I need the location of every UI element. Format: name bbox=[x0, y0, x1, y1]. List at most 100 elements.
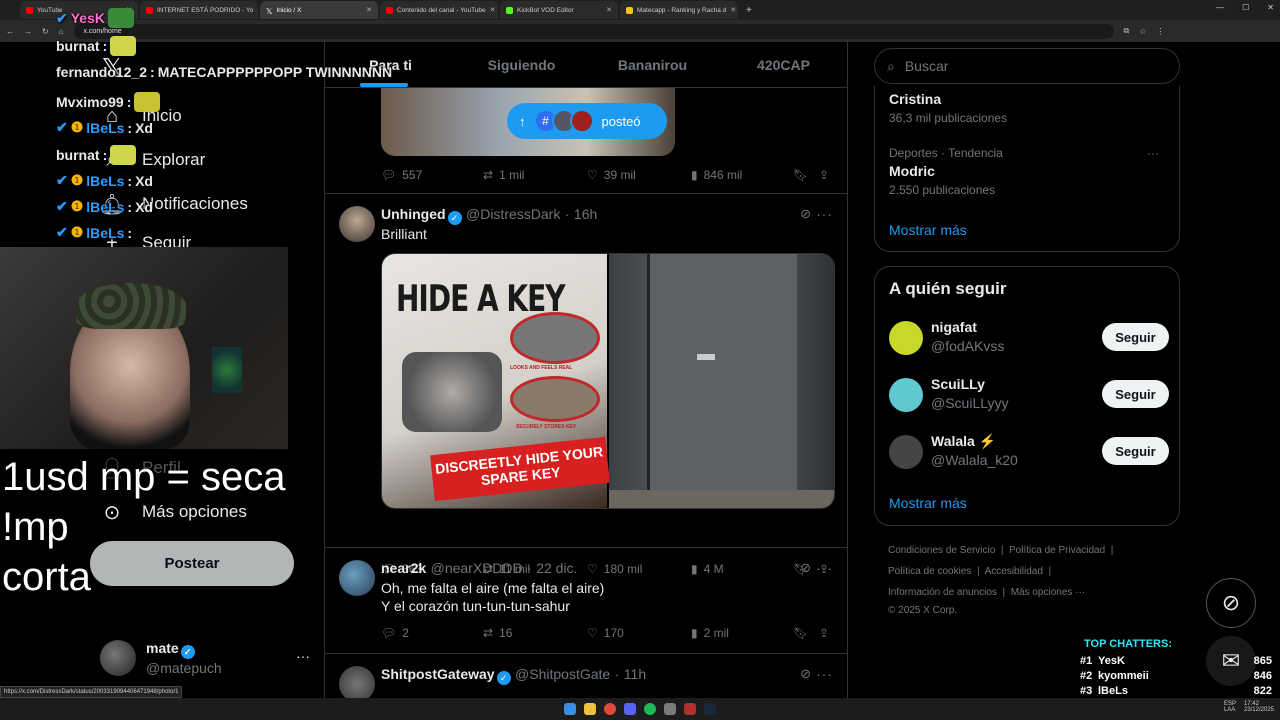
spotify-icon[interactable] bbox=[644, 703, 656, 715]
close-icon[interactable]: ✕ bbox=[606, 6, 612, 14]
follow-suggestion[interactable]: Walala ⚡ @Walala_k20 Seguir bbox=[889, 431, 1169, 475]
footer-link[interactable]: Política de Privacidad bbox=[1009, 545, 1105, 556]
avatar bbox=[569, 109, 594, 133]
more-icon[interactable]: ··· bbox=[1147, 146, 1159, 160]
image-caption: DISCREETLY HIDE YOUR SPARE KEY bbox=[430, 436, 610, 502]
retweet-icon: ⇄ bbox=[483, 626, 494, 640]
trend-count: 36,3 mil publicaciones bbox=[889, 111, 1008, 125]
avatar[interactable] bbox=[339, 560, 375, 596]
close-icon[interactable]: ✕ bbox=[730, 6, 736, 14]
windows-start-icon[interactable] bbox=[564, 703, 576, 715]
back-icon[interactable]: ← bbox=[6, 27, 14, 36]
reload-icon[interactable]: ↻ bbox=[42, 27, 49, 36]
app-icon[interactable] bbox=[684, 703, 696, 715]
close-icon[interactable]: ✕ bbox=[490, 6, 496, 14]
follow-button[interactable]: Seguir bbox=[1102, 437, 1169, 465]
bookmark-button[interactable]: 🔖︎ bbox=[793, 626, 808, 640]
search-input[interactable]: ⌕ Buscar bbox=[874, 48, 1180, 84]
retweet-button[interactable]: ⇄ 16 bbox=[483, 626, 512, 640]
tweet-time[interactable]: 11h bbox=[624, 666, 646, 682]
reply-button[interactable]: 💬︎ 557 bbox=[381, 168, 422, 182]
tweet-handle[interactable]: @nearXDDDD bbox=[431, 560, 523, 576]
grok-icon[interactable]: ⊘ bbox=[800, 560, 811, 576]
tweet[interactable]: ShitpostGateway ✓ @ShitpostGate · 11h ⊘ ·… bbox=[325, 654, 847, 702]
tab-420cap[interactable]: 420CAP bbox=[718, 42, 847, 87]
star-icon[interactable]: ☆ bbox=[1139, 27, 1146, 36]
more-icon[interactable]: ··· bbox=[816, 206, 833, 222]
footer-link[interactable]: Información de anuncios bbox=[888, 587, 997, 598]
minimize-button[interactable]: — bbox=[1216, 3, 1224, 12]
close-window-button[interactable]: ✕ bbox=[1267, 3, 1274, 12]
maximize-button[interactable]: ☐ bbox=[1242, 3, 1249, 12]
more-icon[interactable]: ··· bbox=[816, 560, 833, 576]
tweet-text: Brilliant bbox=[381, 226, 427, 242]
folder-icon[interactable] bbox=[584, 703, 596, 715]
avatar[interactable] bbox=[339, 666, 375, 702]
tweet-time[interactable]: 22 dic. bbox=[536, 560, 577, 576]
bookmark-button[interactable]: 🔖︎ bbox=[793, 168, 808, 182]
forward-icon[interactable]: → bbox=[24, 27, 32, 36]
tab-bananirou[interactable]: Bananirou bbox=[587, 42, 718, 87]
tweet-time[interactable]: 16h bbox=[574, 206, 597, 222]
trend-name[interactable]: Modric bbox=[889, 163, 935, 179]
chrome-icon[interactable] bbox=[604, 703, 616, 715]
tweet-author[interactable]: Unhinged bbox=[381, 206, 446, 222]
new-tab-button[interactable]: + bbox=[746, 5, 752, 16]
follow-button[interactable]: Seguir bbox=[1102, 323, 1169, 351]
follow-suggestion[interactable]: nigafat @fodAKvss Seguir bbox=[889, 317, 1169, 361]
tweet-author[interactable]: ShitpostGateway bbox=[381, 666, 495, 682]
tweet-handle[interactable]: @ShitpostGate bbox=[515, 666, 610, 682]
tab-siguiendo[interactable]: Siguiendo bbox=[456, 42, 587, 87]
footer-link[interactable]: Accesibilidad bbox=[985, 566, 1043, 577]
like-button[interactable]: ♡ 170 bbox=[587, 626, 624, 640]
extensions-icon[interactable]: ⧉ bbox=[1124, 26, 1130, 36]
share-button[interactable]: ⇪ bbox=[819, 626, 829, 640]
rock-image bbox=[402, 352, 502, 432]
views-button[interactable]: ▮ 2 mil bbox=[691, 626, 729, 640]
discord-icon[interactable] bbox=[624, 703, 636, 715]
tweet[interactable]: near2k @nearXDDDD · 22 dic. ⊘ ··· Oh, me… bbox=[325, 548, 847, 654]
top-chatter-row: #3 lBeLs 822 bbox=[1080, 685, 1272, 697]
follow-suggestion[interactable]: ScuiLLy @ScuiLLyyy Seguir bbox=[889, 374, 1169, 418]
views-button[interactable]: ▮ 846 mil bbox=[691, 168, 742, 182]
tweet-author[interactable]: near2k bbox=[381, 560, 426, 576]
reply-button[interactable]: 💬︎ 2 bbox=[381, 626, 409, 640]
tweet[interactable]: Unhinged ✓ @DistressDark · 16h ⊘ ··· Bril… bbox=[325, 194, 847, 576]
share-icon: ⇪ bbox=[819, 168, 830, 182]
more-icon[interactable]: ··· bbox=[296, 648, 310, 664]
key-inset bbox=[510, 376, 600, 422]
tweet-image[interactable]: HIDE A KEY LOOKS AND FEELS REAL SECURELY… bbox=[382, 254, 610, 508]
tweet-image[interactable] bbox=[609, 254, 834, 508]
footer-link[interactable]: Más opciones ··· bbox=[1011, 587, 1085, 598]
browser-tab-matecapp[interactable]: Matecapp - Ranking y Racha d ✕ bbox=[620, 1, 738, 19]
retweet-button[interactable]: ⇄ 1 mil bbox=[483, 168, 524, 182]
share-button[interactable]: ⇪ bbox=[819, 168, 829, 182]
panel-title: A quién seguir bbox=[889, 279, 1007, 298]
grok-button[interactable]: ⊘ bbox=[1206, 578, 1256, 628]
new-posts-pill[interactable]: ↑ # posteó bbox=[507, 103, 667, 139]
more-icon[interactable]: ··· bbox=[816, 666, 833, 682]
show-more-link[interactable]: Mostrar más bbox=[889, 222, 967, 238]
stream-chat-overlay: ✔ YesK burnat: fernando12_2: MATECAPPPPPPO… bbox=[56, 6, 392, 246]
obs-icon[interactable] bbox=[664, 703, 676, 715]
follow-button[interactable]: Seguir bbox=[1102, 380, 1169, 408]
trend-context: Deportes · Tendencia bbox=[889, 146, 1003, 160]
tweet-media[interactable]: HIDE A KEY LOOKS AND FEELS REAL SECURELY… bbox=[381, 253, 835, 509]
browser-tab-youtube-studio[interactable]: Contenido del canal - YouTube ✕ bbox=[380, 1, 498, 19]
browser-tab-kickbot[interactable]: KickBot VOD Editor ✕ bbox=[500, 1, 618, 19]
steam-icon[interactable] bbox=[704, 703, 716, 715]
reply-icon: 💬︎ bbox=[381, 626, 397, 640]
trend-name[interactable]: Cristina bbox=[889, 91, 941, 107]
show-more-link[interactable]: Mostrar más bbox=[889, 495, 967, 511]
footer-link[interactable]: Política de cookies bbox=[888, 566, 971, 577]
grok-icon[interactable]: ⊘ bbox=[800, 666, 811, 682]
account-switcher[interactable]: mate ✓ @matepuch ··· bbox=[100, 638, 310, 682]
grok-icon[interactable]: ⊘ bbox=[800, 206, 811, 222]
menu-icon[interactable]: ⋮ bbox=[1156, 27, 1164, 36]
tweet-handle[interactable]: @DistressDark bbox=[466, 206, 560, 222]
footer-link[interactable]: Condiciones de Servicio bbox=[888, 545, 995, 556]
heart-icon: ♡ bbox=[587, 168, 598, 182]
like-button[interactable]: ♡ 39 mil bbox=[587, 168, 636, 182]
matecapp-icon bbox=[626, 6, 633, 14]
search-icon: ⌕ bbox=[887, 57, 895, 74]
